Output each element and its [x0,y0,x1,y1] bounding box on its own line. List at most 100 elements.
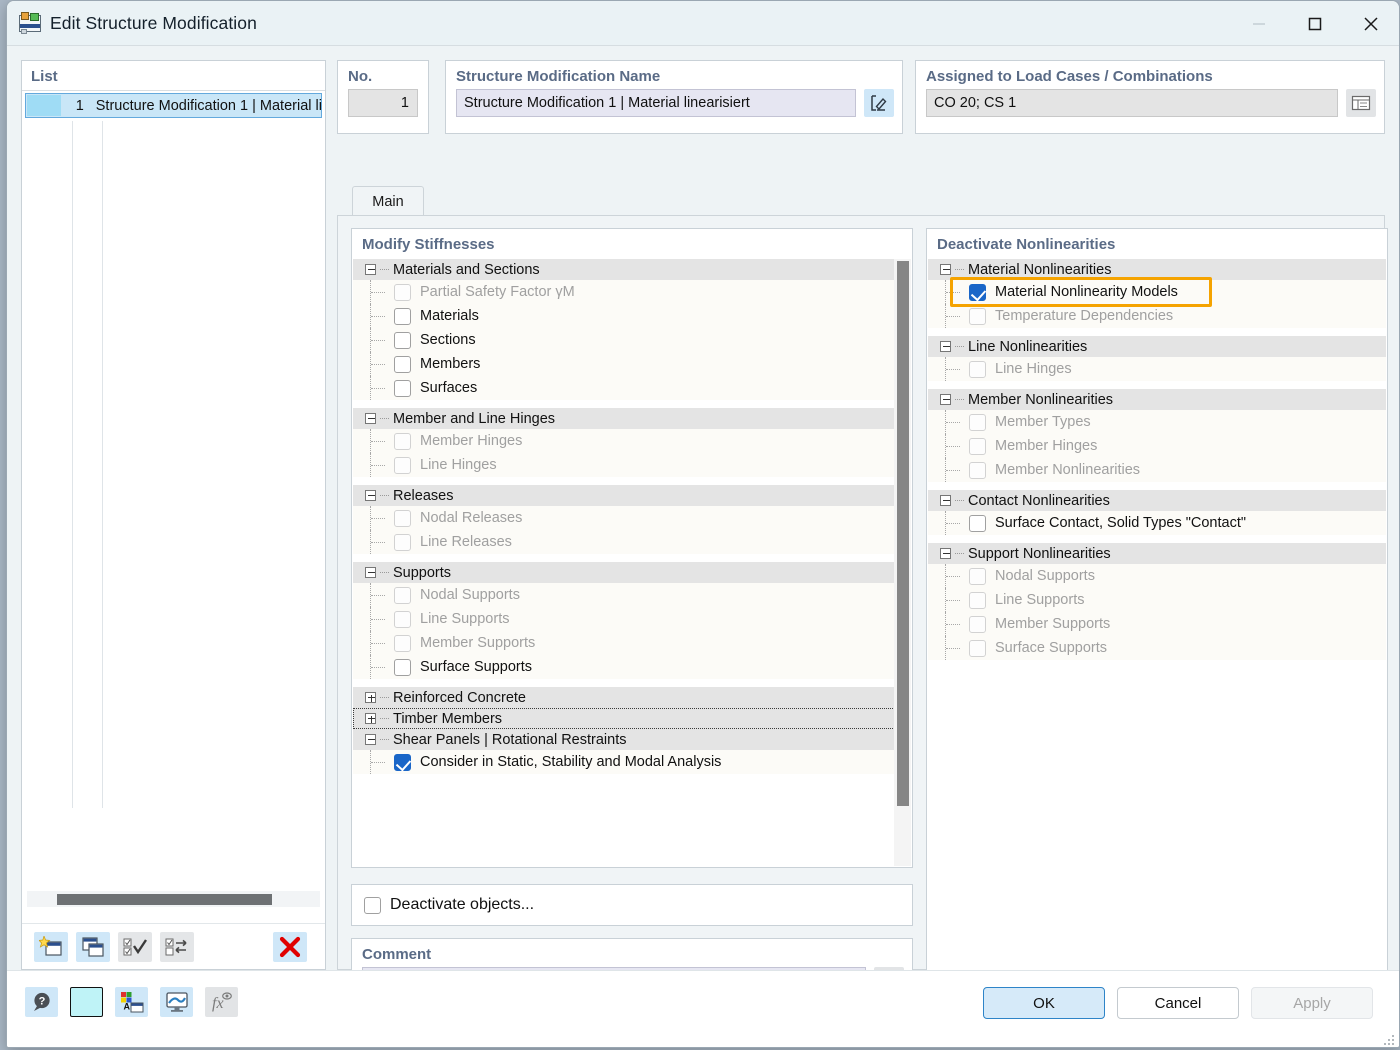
tree-item-checkbox [969,616,986,633]
deactivate-nonlinearities-tree[interactable]: Material NonlinearitiesMaterial Nonlinea… [928,259,1386,984]
copy-structure-modification-button[interactable] [76,932,110,962]
modify-stiffnesses-tree[interactable]: Materials and SectionsPartial Safety Fac… [353,259,911,866]
tree-item[interactable]: Surface Supports [353,655,911,679]
collapse-icon[interactable] [365,734,376,745]
expand-icon[interactable] [365,713,376,724]
modify-stiffnesses-scrollbar-thumb[interactable] [897,261,909,806]
tree-group-header[interactable]: Timber Members [353,708,911,729]
tree-item-checkbox[interactable] [394,754,411,771]
tree-item-checkbox[interactable] [394,356,411,373]
tree-item[interactable]: Members [353,352,911,376]
tree-group-header[interactable]: Supports [353,562,911,583]
close-button[interactable] [1343,1,1399,46]
number-input[interactable]: 1 [348,89,418,117]
tree-item[interactable]: Member Hinges [353,429,911,453]
edit-pencil-icon[interactable] [864,89,894,117]
tree-group-spacer [928,381,1386,389]
cancel-button[interactable]: Cancel [1117,987,1239,1019]
tab-main[interactable]: Main [352,186,424,216]
tree-item[interactable]: Line Supports [928,588,1386,612]
render-screen-icon[interactable] [160,987,193,1017]
tree-item-checkbox[interactable] [394,332,411,349]
collapse-icon[interactable] [940,495,951,506]
tree-item[interactable]: Surfaces [353,376,911,400]
maximize-button[interactable] [1287,1,1343,46]
collapse-icon[interactable] [940,264,951,275]
resize-grip[interactable] [1383,1033,1395,1045]
tree-item[interactable]: Member Supports [928,612,1386,636]
tree-item[interactable]: Member Types [928,410,1386,434]
table-select-icon[interactable] [1346,89,1376,117]
assigned-load-cases-input[interactable]: CO 20; CS 1 [926,89,1338,117]
tree-item[interactable]: Line Hinges [928,357,1386,381]
tree-group-header[interactable]: Reinforced Concrete [353,687,911,708]
help-question-icon[interactable]: ? [25,987,58,1017]
tree-item[interactable]: Member Hinges [928,434,1386,458]
tree-connector [946,624,960,625]
tree-item[interactable]: Line Supports [353,607,911,631]
tree-item-checkbox [394,433,411,450]
tree-item-label: Nodal Releases [420,510,522,526]
tree-item[interactable]: Member Nonlinearities [928,458,1386,482]
tree-group-header[interactable]: Materials and Sections [353,259,911,280]
screen: Edit Structure Modification List [0,0,1400,1050]
fx-eye-icon[interactable]: fx [205,987,238,1017]
tree-item[interactable]: Nodal Releases [353,506,911,530]
apply-button[interactable]: Apply [1251,987,1373,1019]
tree-item[interactable]: Partial Safety Factor γM [353,280,911,304]
tree-item[interactable]: Nodal Supports [353,583,911,607]
tree-group-header[interactable]: Line Nonlinearities [928,336,1386,357]
tree-item[interactable]: Sections [353,328,911,352]
bottom-toolbar: ? A [25,987,238,1017]
tree-item-checkbox[interactable] [969,515,986,532]
tree-item-label: Line Supports [995,592,1084,608]
ok-button[interactable]: OK [983,987,1105,1019]
display-properties-icon[interactable]: A [115,987,148,1017]
collapse-icon[interactable] [365,413,376,424]
tree-item-checkbox[interactable] [394,308,411,325]
tree-group-header[interactable]: Member Nonlinearities [928,389,1386,410]
tree-item[interactable]: Line Releases [353,530,911,554]
expand-icon[interactable] [365,692,376,703]
minimize-button[interactable] [1231,1,1287,46]
tree-item[interactable]: Nodal Supports [928,564,1386,588]
tree-item[interactable]: Line Hinges [353,453,911,477]
tree-item[interactable]: Surface Contact, Solid Types "Contact" [928,511,1386,535]
list-horizontal-scrollbar[interactable] [27,891,320,907]
collapse-icon[interactable] [365,567,376,578]
tree-group-header[interactable]: Material Nonlinearities [928,259,1386,280]
tree-item[interactable]: Surface Supports [928,636,1386,660]
tree-group-spacer [928,482,1386,490]
collapse-icon[interactable] [940,548,951,559]
tree-item-checkbox[interactable] [394,659,411,676]
tree-group-header[interactable]: Member and Line Hinges [353,408,911,429]
tree-group-header[interactable]: Releases [353,485,911,506]
tree-group-spacer [353,774,911,782]
tree-group-header[interactable]: Support Nonlinearities [928,543,1386,564]
collapse-icon[interactable] [365,490,376,501]
invert-selection-button[interactable] [160,932,194,962]
tree-item[interactable]: Member Supports [353,631,911,655]
tree-item[interactable]: Consider in Static, Stability and Modal … [353,750,911,774]
tree-group-header[interactable]: Contact Nonlinearities [928,490,1386,511]
list-item[interactable]: 1 Structure Modification 1 | Material li [25,93,322,118]
color-swatch-icon[interactable] [70,987,103,1017]
collapse-icon[interactable] [365,264,376,275]
tree-item-checkbox [394,510,411,527]
tree-item[interactable]: Material Nonlinearity Models [928,280,1386,304]
deactivate-objects-checkbox[interactable] [364,897,381,914]
structure-modification-name-input[interactable]: Structure Modification 1 | Material line… [456,89,856,117]
tree-item[interactable]: Materials [353,304,911,328]
delete-button[interactable] [273,932,307,962]
new-structure-modification-button[interactable] [34,932,68,962]
collapse-icon[interactable] [940,394,951,405]
collapse-icon[interactable] [940,341,951,352]
tree-group-header[interactable]: Shear Panels | Rotational Restraints [353,729,911,750]
modify-stiffnesses-scrollbar[interactable] [894,259,911,866]
list-horizontal-scrollbar-thumb[interactable] [57,894,272,905]
tree-item[interactable]: Temperature Dependencies [928,304,1386,328]
tree-item-checkbox[interactable] [969,284,986,301]
tree-item-checkbox[interactable] [394,380,411,397]
select-all-button[interactable] [118,932,152,962]
tree-item-checkbox [394,587,411,604]
